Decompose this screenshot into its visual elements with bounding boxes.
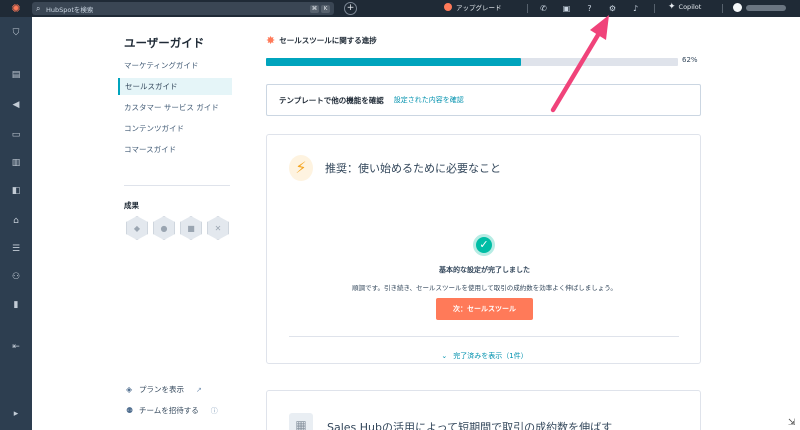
sales-icon[interactable]: ▭ xyxy=(9,129,23,141)
account-menu[interactable] xyxy=(733,3,786,12)
progress-percent: 62% xyxy=(682,56,698,64)
reporting-icon[interactable]: ▮ xyxy=(9,299,23,311)
contacts-icon[interactable]: ▤ xyxy=(9,69,23,81)
account-name-redacted xyxy=(746,4,786,11)
avatar xyxy=(733,3,742,12)
view-plan-link[interactable]: ◈ プランを表示 ↗ xyxy=(126,384,202,395)
hubspot-logo-icon[interactable]: ✺ xyxy=(0,0,32,17)
commerce-icon[interactable]: ⌂ xyxy=(9,215,23,227)
template-banner: テンプレートで他の機能を確認 設定された内容を確認 xyxy=(266,84,701,116)
box-icon: ◈ xyxy=(126,385,133,394)
next-sales-tools-button[interactable]: 次：セールスツール xyxy=(436,298,533,320)
upgrade-icon xyxy=(444,3,452,11)
guide-item-customer-service[interactable]: カスタマー サービス ガイド xyxy=(118,99,232,116)
sales-hub-card: ▦ Sales Hubの活用によって短期間で取引の成約数を伸ばす xyxy=(266,390,701,430)
settings-gear-icon[interactable]: ⚙ xyxy=(607,3,618,14)
recommendation-card: ⚡ 推奨：使い始めるために必要なこと ✓ 基本的な設定が完了しました 順調です。… xyxy=(266,134,701,364)
template-banner-text: テンプレートで他の機能を確認 xyxy=(279,95,384,105)
sales-hub-card-title: Sales Hubの活用によって短期間で取引の成約数を伸ばす xyxy=(327,421,613,430)
search-box[interactable]: ⌕ HubSpotを検索 ⌘ K xyxy=(32,2,334,15)
show-completed-label: 完了済みを表示（1件） xyxy=(453,352,528,360)
invite-team-label: チームを招待する xyxy=(139,406,199,415)
guide-item-content[interactable]: コンテンツガイド xyxy=(118,120,232,137)
star-badge-icon: ✸ xyxy=(266,34,276,47)
bookmarks-icon[interactable]: ⛉ xyxy=(9,27,23,39)
copilot-button[interactable]: ✦ Copilot xyxy=(668,2,701,12)
guide-item-marketing[interactable]: マーケティングガイド xyxy=(118,57,232,74)
upgrade-label: アップグレード xyxy=(456,4,502,12)
sales-hub-icon: ▦ xyxy=(289,413,313,430)
left-navigation-rail: ⛉ ▤ ◀ ▭ ▥ ◧ ⌂ ☰ ⚇ ▮ ⇤ ▸ xyxy=(0,17,32,430)
create-plus-button[interactable]: + xyxy=(344,2,357,15)
completed-description: 順調です。引き続き、セールスツールを使用して取引の成約数を効率よく伸ばしましょう… xyxy=(352,284,617,292)
service-icon[interactable]: ▥ xyxy=(9,157,23,169)
achievement-badge-icon: ● xyxy=(153,216,175,240)
guide-title: ユーザーガイド xyxy=(124,36,205,50)
copilot-label: Copilot xyxy=(678,3,702,11)
team-icon: ⚉ xyxy=(126,406,134,415)
lightning-bolt-icon: ⚡ xyxy=(289,155,313,181)
external-link-icon: ↗ xyxy=(196,385,202,394)
info-icon: ⓘ xyxy=(210,406,218,415)
achievements-title: 成果 xyxy=(124,201,139,210)
search-icon: ⌕ xyxy=(36,3,41,13)
shortcut-key-cmd: ⌘ xyxy=(310,4,319,13)
guide-item-sales[interactable]: セールスガイド xyxy=(118,78,232,95)
copilot-sparkle-icon: ✦ xyxy=(668,2,676,12)
content-icon[interactable]: ◧ xyxy=(9,185,23,197)
achievement-badge-icon: ■ xyxy=(180,216,202,240)
progress-bar xyxy=(266,58,678,66)
view-plan-label: プランを表示 xyxy=(139,385,184,394)
progress-heading: ✸ セールスツールに関する進捗 xyxy=(266,34,377,47)
show-completed-toggle[interactable]: ⌄ 完了済みを表示（1件） xyxy=(267,351,702,361)
achievement-badge-icon: ✕ xyxy=(207,216,229,240)
card-divider xyxy=(289,336,679,337)
search-input[interactable]: HubSpotを検索 xyxy=(46,4,308,14)
expand-panel-icon[interactable]: ▸ xyxy=(9,408,23,420)
toolbar-divider xyxy=(722,4,723,13)
progress-bar-fill xyxy=(266,58,522,66)
view-settings-link[interactable]: 設定された内容を確認 xyxy=(394,95,464,105)
achievement-badge-icon: ◆ xyxy=(126,216,148,240)
top-navigation-bar: ✺ ⌕ HubSpotを検索 ⌘ K + アップグレード ✆ ▣ ? ⚙ ♪ ✦… xyxy=(0,0,800,17)
completed-title: 基本的な設定が完了しました xyxy=(439,266,530,274)
progress-title: セールスツールに関する進捗 xyxy=(279,36,377,45)
phone-icon[interactable]: ✆ xyxy=(538,3,549,14)
chevron-down-icon: ⌄ xyxy=(441,352,448,360)
invite-team-link[interactable]: ⚉ チームを招待する ⓘ xyxy=(126,405,218,416)
checkmark-icon: ✓ xyxy=(473,234,495,256)
data-management-icon[interactable]: ☰ xyxy=(9,243,23,255)
resize-corner-icon[interactable]: ⇲ xyxy=(788,418,796,428)
help-icon[interactable]: ? xyxy=(584,3,595,14)
collapse-arrow-icon[interactable]: ⇤ xyxy=(9,341,23,353)
upgrade-button[interactable]: アップグレード xyxy=(444,2,502,12)
marketing-icon[interactable]: ◀ xyxy=(9,99,23,111)
main-content: ユーザーガイド マーケティングガイド セールスガイド カスタマー サービス ガイ… xyxy=(32,17,800,430)
marketplace-icon[interactable]: ▣ xyxy=(561,3,572,14)
card-title: 推奨：使い始めるために必要なこと xyxy=(325,162,501,175)
card-header: ⚡ 推奨：使い始めるために必要なこと xyxy=(289,155,501,181)
toolbar-divider xyxy=(527,4,528,13)
toolbar-divider xyxy=(654,4,655,13)
sidebar-divider xyxy=(124,185,230,186)
automation-icon[interactable]: ⚇ xyxy=(9,271,23,283)
notifications-bell-icon[interactable]: ♪ xyxy=(630,3,641,14)
shortcut-key-k: K xyxy=(321,4,330,13)
guide-item-commerce[interactable]: コマースガイド xyxy=(118,141,232,158)
